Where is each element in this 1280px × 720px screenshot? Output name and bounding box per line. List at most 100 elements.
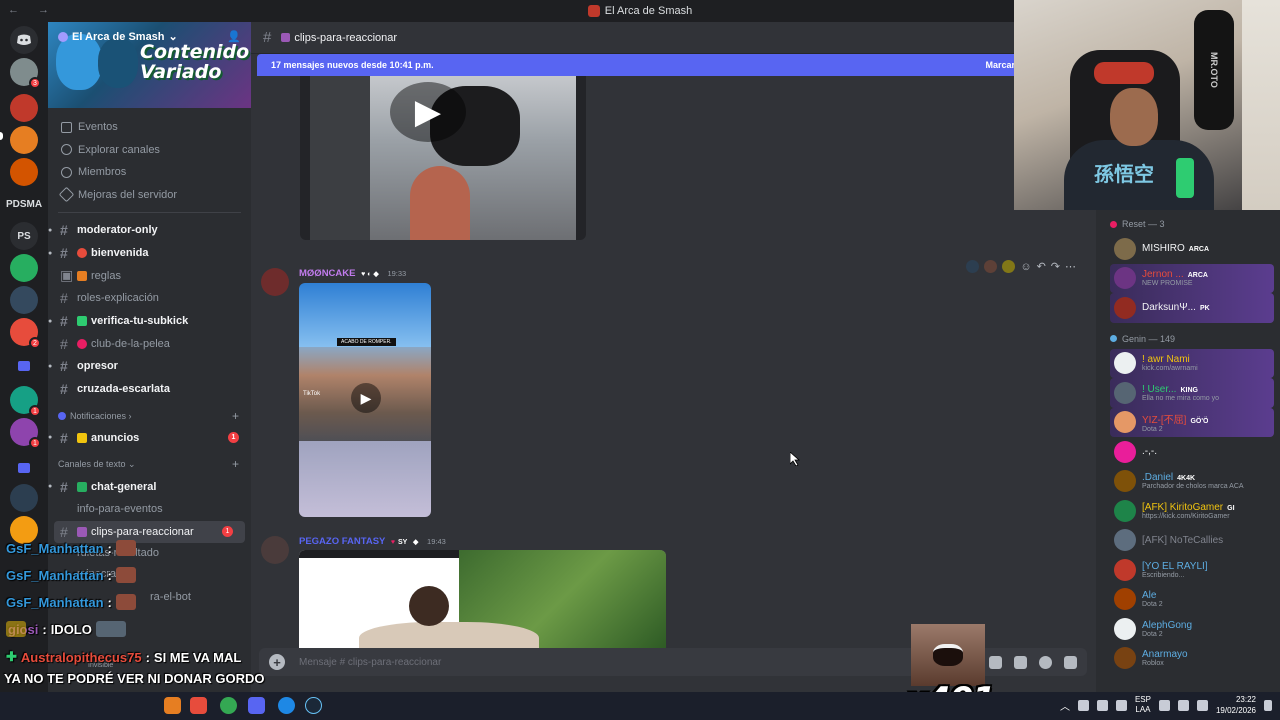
video-embed[interactable] <box>299 550 666 648</box>
member-mishiro[interactable]: MISHIRO ARCA <box>1110 234 1274 264</box>
category-notificaciones[interactable]: Notificaciones › + <box>48 405 251 427</box>
avatar <box>1114 352 1136 375</box>
add-channel-icon[interactable]: + <box>232 409 239 423</box>
steam-icon[interactable] <box>305 697 322 714</box>
member-yiz[interactable]: YIZ-[不屈] GÖ'Ö Dota 2 <box>1110 407 1274 437</box>
server-icon-pdsma[interactable]: PDSMA <box>6 190 42 218</box>
member-notecallies[interactable]: [AFK] NoTeCallies <box>1110 526 1274 556</box>
reaction-icon[interactable] <box>1002 260 1016 273</box>
avatar <box>1114 617 1136 640</box>
avatar[interactable] <box>261 268 289 296</box>
channel-verifica-tu-subkick[interactable]: ● # verifica-tu-subkick <box>48 310 251 333</box>
server-icon-2[interactable] <box>10 94 38 122</box>
mic-icon[interactable] <box>1115 699 1127 711</box>
member-anarmayo[interactable]: Anarmayo Roblox <box>1110 644 1274 674</box>
channel-opresor[interactable]: ● # opresor <box>48 355 251 378</box>
play-icon[interactable]: ▶ <box>351 383 381 413</box>
language-indicator[interactable]: ESP LAA <box>1135 695 1151 715</box>
message-author[interactable]: MØØNCAKE ♥ ◐ ◆ 19:33 <box>299 268 406 279</box>
channel-chat-general[interactable]: ● # chat-general <box>48 475 251 498</box>
more-icon[interactable]: ⋯ <box>1065 260 1076 273</box>
server-banner[interactable]: Contenido Variado El Arca de Smash ⌄ 👤 <box>48 22 251 108</box>
video-embed[interactable]: ▶ <box>300 76 586 240</box>
app-icon[interactable] <box>278 697 295 714</box>
member-darksun[interactable]: DarksunΨ... PK <box>1110 293 1274 323</box>
channel-label: roles-explicación <box>77 292 159 305</box>
mark-read-button[interactable]: Marcar <box>985 60 1015 70</box>
reaction-icon[interactable] <box>966 260 980 273</box>
notification-icon[interactable] <box>1264 699 1272 711</box>
nav-arrows[interactable]: ← → <box>8 4 57 16</box>
message-author[interactable]: PEGAZO FANTASY ♥ SY ◆ 19:43 <box>299 536 446 547</box>
member-name: Jernon ... <box>1142 269 1184 281</box>
discord-home-icon[interactable] <box>10 26 38 54</box>
server-icon-8[interactable]: 1 <box>10 386 41 417</box>
channel-reglas[interactable]: ▣ reglas <box>48 264 251 287</box>
channel-anuncios[interactable]: ● # anuncios 1 <box>48 427 251 450</box>
battery-icon[interactable] <box>1196 699 1208 711</box>
server-icon-7[interactable]: 2 <box>10 318 41 349</box>
member-daniel[interactable]: .Daniel 4K4K Parchador de cholos marca ACA <box>1110 467 1274 497</box>
menu-events[interactable]: Eventos <box>48 116 251 139</box>
server-icon-4[interactable] <box>10 158 38 186</box>
channel-bienvenida[interactable]: ● # bienvenida <box>48 242 251 265</box>
channel-roles-explicacion[interactable]: # roles-explicación <box>48 287 251 310</box>
member-status: https://kick.com/KiritoGamer <box>1142 512 1230 520</box>
menu-server-boosts[interactable]: Mejoras del servidor <box>48 184 251 207</box>
member-kiritogamer[interactable]: [AFK] KiritoGamer GI https://kick.com/Kiri… <box>1110 496 1274 526</box>
chevron-up-icon[interactable]: ︿ <box>1060 698 1070 713</box>
discord-icon[interactable] <box>248 697 265 714</box>
tray-icon[interactable] <box>1096 699 1108 711</box>
server-icon-6[interactable] <box>10 286 38 314</box>
clock[interactable]: 23:22 19/02/2026 <box>1216 694 1256 716</box>
gif-icon[interactable] <box>989 655 1002 669</box>
category-canales-de-texto[interactable]: Canales de texto ⌄ + <box>48 453 251 475</box>
brave-icon[interactable] <box>190 697 207 714</box>
folder-icon[interactable] <box>10 352 38 380</box>
channel-club-de-la-pelea[interactable]: # club-de-la-pelea <box>48 332 251 355</box>
member-status: Dota 2 <box>1142 630 1163 638</box>
sticker-icon[interactable] <box>1014 655 1027 669</box>
taskbar-app-icon[interactable] <box>164 697 181 714</box>
apps-icon[interactable] <box>1064 655 1077 669</box>
emoji-icon[interactable] <box>1039 655 1052 669</box>
forward-icon[interactable]: ↷ <box>1051 260 1060 273</box>
server-icon-ps[interactable]: PS <box>10 222 38 250</box>
member-user[interactable]: ! User... KING Ella no me mira como yo <box>1110 378 1274 408</box>
add-channel-icon[interactable]: + <box>232 457 239 471</box>
reaction-icon[interactable] <box>984 260 998 273</box>
emote-icon <box>115 567 136 583</box>
network-icon[interactable] <box>1158 699 1170 711</box>
member-jernon[interactable]: Jernon ... ARCA NEW PROMISE <box>1110 263 1274 293</box>
video-embed[interactable]: ACABO DE ROMPER. TikTok ▶ <box>299 283 431 517</box>
member-ale[interactable]: Ale Dota 2 <box>1110 585 1274 615</box>
menu-members[interactable]: Miembros <box>48 161 251 184</box>
volume-icon[interactable] <box>1177 699 1189 711</box>
channel-moderator-only[interactable]: ● # moderator-only <box>48 219 251 242</box>
server-name[interactable]: El Arca de Smash ⌄ <box>58 30 178 43</box>
member-dots[interactable]: .-,-. <box>1110 437 1274 467</box>
channel-cruzada-escarlata[interactable]: # cruzada-escarlata <box>48 378 251 401</box>
member-awr-nami[interactable]: ! awr Nami kick.com/awrnami <box>1110 348 1274 378</box>
channel-info-para-eventos[interactable]: info-para-eventos <box>48 498 251 521</box>
member-yo-el-rayli[interactable]: [YO EL RAYLI] Escribiendo... <box>1110 555 1274 585</box>
invite-icon[interactable]: 👤 <box>227 30 241 43</box>
menu-browse-channels[interactable]: Explorar canales <box>48 139 251 162</box>
tray-icon[interactable] <box>1077 699 1089 711</box>
server-icon-5[interactable] <box>10 254 38 282</box>
folder-icon-2[interactable] <box>10 454 38 482</box>
banner-face <box>98 38 138 88</box>
server-icon-10[interactable] <box>10 484 38 512</box>
member-alephgong[interactable]: AlephGong Dota 2 <box>1110 614 1274 644</box>
mention-badge: 1 <box>228 432 239 444</box>
add-reaction-icon[interactable]: ☺ <box>1020 261 1031 273</box>
reply-icon[interactable]: ↶ <box>1037 260 1046 273</box>
channel-header: # clips-para-reaccionar <box>251 22 1096 54</box>
server-icon-3[interactable] <box>10 126 38 154</box>
cursor-icon <box>790 452 800 466</box>
play-icon[interactable]: ▶ <box>390 82 466 142</box>
server-icon-9[interactable]: 1 <box>10 418 41 449</box>
chrome-icon[interactable] <box>220 697 237 714</box>
server-icon-1[interactable]: 3 <box>10 58 41 89</box>
new-messages-bar[interactable]: 17 mensajes nuevos desde 10:41 p.m. Marc… <box>257 54 1021 76</box>
